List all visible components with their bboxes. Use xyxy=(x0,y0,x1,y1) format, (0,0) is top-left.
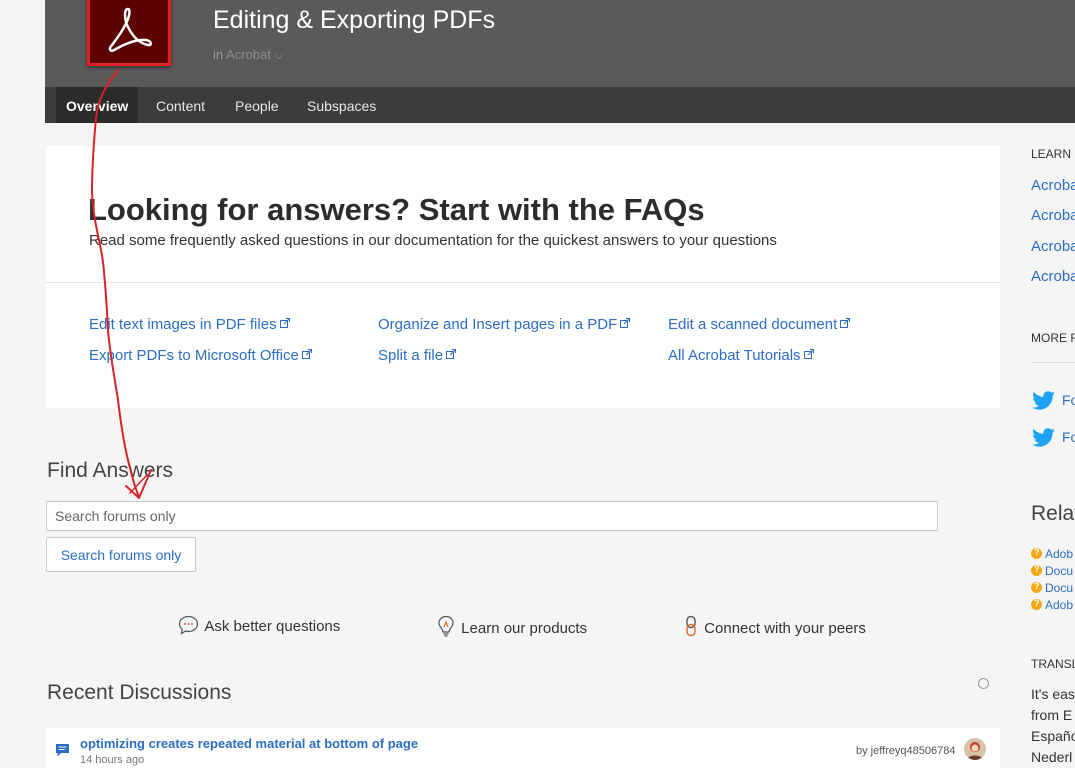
place-title: Editing & Exporting PDFs xyxy=(213,6,496,34)
sidebar-learn-link[interactable]: Acroba xyxy=(1031,207,1075,224)
question-icon xyxy=(1031,564,1042,576)
faq-card: Looking for answers? Start with the FAQs… xyxy=(46,146,1000,408)
chevron-down-icon[interactable]: ⌵ xyxy=(274,50,282,62)
feature-connect-label: Connect with your peers xyxy=(704,620,866,637)
external-link-icon xyxy=(446,349,457,359)
chain-link-icon xyxy=(686,615,696,637)
related-item[interactable]: Docu xyxy=(1031,581,1073,595)
tab-people[interactable]: People xyxy=(225,87,289,123)
faq-link-label: All Acrobat Tutorials xyxy=(668,347,801,364)
twitter-follow-link[interactable]: Fo xyxy=(1032,428,1075,453)
faq-link-scanned[interactable]: Edit a scanned document xyxy=(668,316,851,333)
question-icon xyxy=(1031,547,1042,559)
external-link-icon xyxy=(279,318,290,328)
tab-subspaces[interactable]: Subspaces xyxy=(297,87,386,123)
faq-title: Looking for answers? Start with the FAQs xyxy=(88,192,705,227)
related-item-label: Docu xyxy=(1045,564,1074,578)
twitter-link-label: Fo xyxy=(1062,392,1075,408)
faq-link-label: Edit a scanned document xyxy=(668,316,838,333)
sidebar-more-heading: MORE R xyxy=(1031,331,1075,345)
tab-overview[interactable]: Overview xyxy=(56,87,139,123)
place-nav: Overview Content People Subspaces xyxy=(45,87,1075,123)
search-button[interactable]: Search forums only xyxy=(46,537,196,572)
feature-connect[interactable]: Connect with your peers xyxy=(684,615,866,637)
faq-link-label: Edit text images in PDF files xyxy=(89,316,277,333)
question-icon xyxy=(1031,581,1042,593)
find-answers-title: Find Answers xyxy=(47,459,174,482)
faq-link-export[interactable]: Export PDFs to Microsoft Office xyxy=(89,347,312,364)
sidebar-learn-heading: LEARN xyxy=(1031,147,1072,161)
related-item[interactable]: Adob xyxy=(1031,547,1073,561)
feature-ask-label: Ask better questions xyxy=(204,618,341,635)
faq-link-label: Split a file xyxy=(378,347,444,364)
question-icon xyxy=(1031,598,1042,610)
parent-prefix: in xyxy=(213,47,224,62)
related-item-label: Adob xyxy=(1045,598,1074,612)
avatar[interactable] xyxy=(964,738,986,760)
external-link-icon xyxy=(620,318,631,328)
related-item-label: Adob xyxy=(1045,547,1074,561)
translate-text-line: Españo xyxy=(1031,728,1075,744)
discussion-title-link[interactable]: optimizing creates repeated material at … xyxy=(80,736,418,751)
feature-learn[interactable]: Learn our products xyxy=(437,615,587,637)
faq-link-edit-text[interactable]: Edit text images in PDF files xyxy=(89,316,290,333)
sidebar-learn-link[interactable]: Acroba xyxy=(1031,177,1075,194)
faq-link-tutorials[interactable]: All Acrobat Tutorials xyxy=(668,347,814,364)
related-item[interactable]: Docu xyxy=(1031,564,1073,578)
search-input[interactable] xyxy=(46,501,938,531)
loading-spinner-icon xyxy=(978,678,989,689)
external-link-icon xyxy=(803,349,814,359)
faq-link-organize[interactable]: Organize and Insert pages in a PDF xyxy=(378,316,631,333)
translate-text-line: from E xyxy=(1031,707,1073,723)
recent-discussions-title: Recent Discussions xyxy=(47,681,232,704)
place-header: Editing & Exporting PDFs in Acrobat ⌵ xyxy=(45,0,1075,87)
twitter-icon xyxy=(1032,391,1055,410)
related-item-label: Docu xyxy=(1045,581,1074,595)
related-item[interactable]: Adob xyxy=(1031,598,1073,612)
feature-learn-label: Learn our products xyxy=(461,620,588,637)
twitter-link-label: Fo xyxy=(1062,429,1075,445)
place-parent: in Acrobat ⌵ xyxy=(213,47,283,63)
discussion-icon xyxy=(56,744,69,757)
lightbulb-icon xyxy=(438,615,454,637)
external-link-icon xyxy=(840,318,851,328)
list-item[interactable]: optimizing creates repeated material at … xyxy=(46,728,1000,768)
sidebar-translate-heading: TRANSLA xyxy=(1031,657,1075,671)
twitter-icon xyxy=(1032,428,1055,447)
divider xyxy=(1031,362,1075,363)
faq-link-split[interactable]: Split a file xyxy=(378,347,457,364)
sidebar-learn-link[interactable]: Acroba xyxy=(1031,268,1075,285)
faq-subtitle: Read some frequently asked questions in … xyxy=(89,232,777,249)
faq-link-label: Organize and Insert pages in a PDF xyxy=(378,316,618,333)
faq-link-label: Export PDFs to Microsoft Office xyxy=(89,347,299,364)
translate-text-line: Nederl xyxy=(1031,749,1073,765)
external-link-icon xyxy=(301,349,312,359)
divider xyxy=(46,282,1000,283)
twitter-follow-link[interactable]: Fo xyxy=(1032,391,1075,416)
translate-text-line: It's eas xyxy=(1031,686,1075,702)
tab-content[interactable]: Content xyxy=(146,87,215,123)
related-title: Relat xyxy=(1031,502,1075,525)
parent-link[interactable]: Acrobat xyxy=(226,47,271,62)
feature-ask[interactable]: Ask better questions xyxy=(178,615,340,635)
discussion-time: 14 hours ago xyxy=(80,754,145,766)
sidebar-learn-link[interactable]: Acroba xyxy=(1031,238,1075,255)
acrobat-logo-icon xyxy=(87,0,171,66)
speech-bubble-icon xyxy=(178,615,199,635)
discussion-author[interactable]: by jeffreyq48506784 xyxy=(856,745,956,757)
